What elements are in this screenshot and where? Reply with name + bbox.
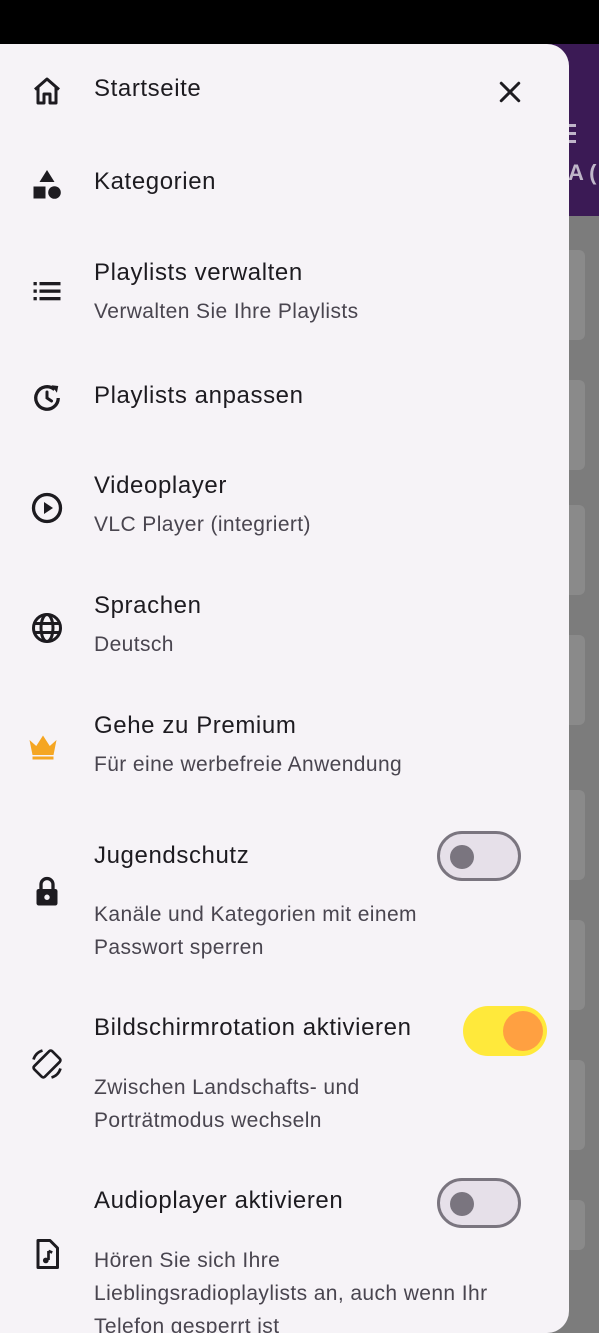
setting-screen-rotation: Bildschirmrotation aktivieren Zwischen L… (0, 972, 569, 1144)
play-circle-icon (28, 489, 66, 527)
drawer-item-subtitle: VLC Player (integriert) (94, 513, 311, 536)
drawer-item-label: Kategorien (94, 168, 217, 195)
setting-subtitle-line: Lieblingsradioplaylists an, auch wenn Ih… (94, 1282, 488, 1305)
setting-subtitle-line: Zwischen Landschafts- und (94, 1076, 360, 1099)
drawer-item-label: Gehe zu Premium (94, 712, 297, 739)
toggle-knob (503, 1011, 543, 1051)
list-icon (28, 272, 66, 310)
drawer-item-subtitle: Für eine werbefreie Anwendung (94, 753, 403, 776)
drawer-item-label: Playlists verwalten (94, 259, 303, 286)
setting-label: Jugendschutz (94, 842, 250, 869)
drawer-item-subtitle: Deutsch (94, 633, 174, 656)
drawer-item-label: Videoplayer (94, 472, 227, 499)
drawer-item-subtitle: Verwalten Sie Ihre Playlists (94, 300, 359, 323)
status-bar (0, 0, 599, 44)
navigation-drawer: Startseite Kategorien Playlists verwalte… (0, 44, 569, 1333)
music-file-icon (28, 1235, 66, 1273)
crown-icon (24, 727, 62, 765)
lock-icon (28, 873, 66, 911)
setting-parental-control: Jugendschutz Kanäle und Kategorien mit e… (0, 808, 569, 972)
toggle-knob (450, 1192, 474, 1216)
setting-subtitle-line: Passwort sperren (94, 936, 264, 959)
history-icon (28, 379, 66, 417)
drawer-item-manage-playlists[interactable]: Playlists verwalten Verwalten Sie Ihre P… (0, 228, 569, 344)
toggle-knob (450, 845, 474, 869)
setting-subtitle-line: Kanäle und Kategorien mit einem (94, 903, 417, 926)
audioplayer-toggle[interactable] (437, 1178, 521, 1228)
setting-subtitle-line: Porträtmodus wechseln (94, 1109, 322, 1132)
parental-control-toggle[interactable] (437, 831, 521, 881)
setting-subtitle-line: Telefon gesperrt ist (94, 1315, 280, 1333)
setting-audioplayer: Audioplayer aktivieren Hören Sie sich Ih… (0, 1144, 569, 1333)
screen-rotation-icon (28, 1045, 66, 1083)
setting-subtitle-line: Hören Sie sich Ihre (94, 1249, 281, 1272)
setting-label: Bildschirmrotation aktivieren (94, 1014, 412, 1041)
drawer-item-label: Playlists anpassen (94, 382, 304, 409)
drawer-item-home[interactable]: Startseite (0, 44, 569, 138)
drawer-item-label: Startseite (94, 75, 202, 102)
home-icon (28, 72, 66, 110)
globe-icon (28, 609, 66, 647)
categories-icon (28, 166, 66, 204)
drawer-item-premium[interactable]: Gehe zu Premium Für eine werbefreie Anwe… (0, 688, 569, 808)
drawer-item-languages[interactable]: Sprachen Deutsch (0, 568, 569, 688)
setting-label: Audioplayer aktivieren (94, 1187, 344, 1214)
drawer-item-customize-playlists[interactable]: Playlists anpassen (0, 344, 569, 448)
app-bar-peek-text: A ( (568, 160, 597, 185)
screen-rotation-toggle[interactable] (463, 1006, 547, 1056)
drawer-item-label: Sprachen (94, 592, 202, 619)
drawer-item-videoplayer[interactable]: Videoplayer VLC Player (integriert) (0, 448, 569, 568)
drawer-item-categories[interactable]: Kategorien (0, 138, 569, 228)
